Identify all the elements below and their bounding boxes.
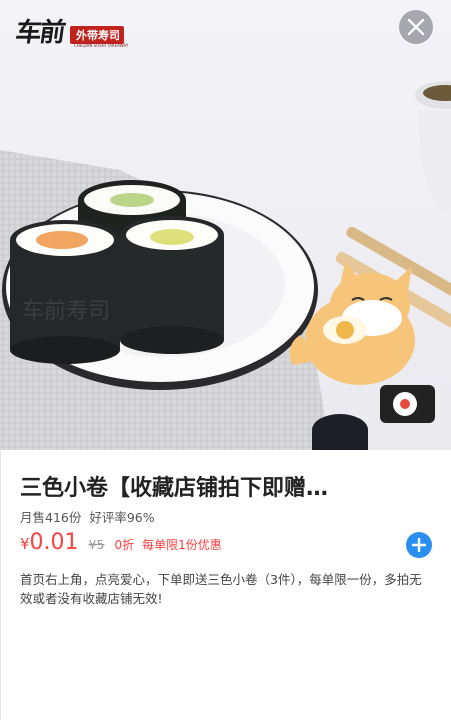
monthly-sales: 月售416份 <box>20 510 82 525</box>
svg-text:车前寿司: 车前寿司 <box>22 299 110 324</box>
brand-logo: 车前 外带寿司 CHEQIAN SUSHI TAKEAWAY <box>13 12 134 56</box>
close-icon <box>407 18 425 36</box>
add-to-cart-button[interactable] <box>406 532 432 558</box>
rating: 好评率96% <box>89 510 155 525</box>
discount-label: 0折 <box>114 538 135 552</box>
price-row: ¥ 0.01 ¥5 0折 每单限1份优惠 <box>20 530 222 556</box>
product-description: 首页右上角，点亮爱心，下单即送三色小卷（3件），每单限一份，多拍无效或者没有收藏… <box>20 572 422 606</box>
logo-tag: 外带寿司 <box>70 26 124 44</box>
product-image: 车前寿司 车前 外带寿司 CHEQIAN SUSHI TAKEAWAY <box>0 0 451 450</box>
product-stats: 月售416份 好评率96% <box>20 507 155 526</box>
price: 0.01 <box>29 530 79 555</box>
original-price: ¥5 <box>88 537 105 552</box>
limit-note: 每单限1份优惠 <box>142 538 222 552</box>
logo-main-text: 车前 <box>13 18 66 48</box>
product-detail-card: 车前寿司 车前 外带寿司 CHEQIAN SUSHI TAKEAWAY 三色小卷… <box>0 0 451 720</box>
close-button[interactable] <box>399 10 433 44</box>
product-title: 三色小卷【收藏店铺拍下即赠… <box>20 476 329 501</box>
product-info: 三色小卷【收藏店铺拍下即赠… 月售416份 好评率96% ¥ 0.01 ¥5 0… <box>0 450 451 720</box>
logo-subtitle: CHEQIAN SUSHI TAKEAWAY <box>74 43 129 48</box>
sushi-photo: 车前寿司 <box>0 0 451 450</box>
price-currency: ¥ <box>20 535 30 553</box>
plus-icon <box>412 538 426 552</box>
